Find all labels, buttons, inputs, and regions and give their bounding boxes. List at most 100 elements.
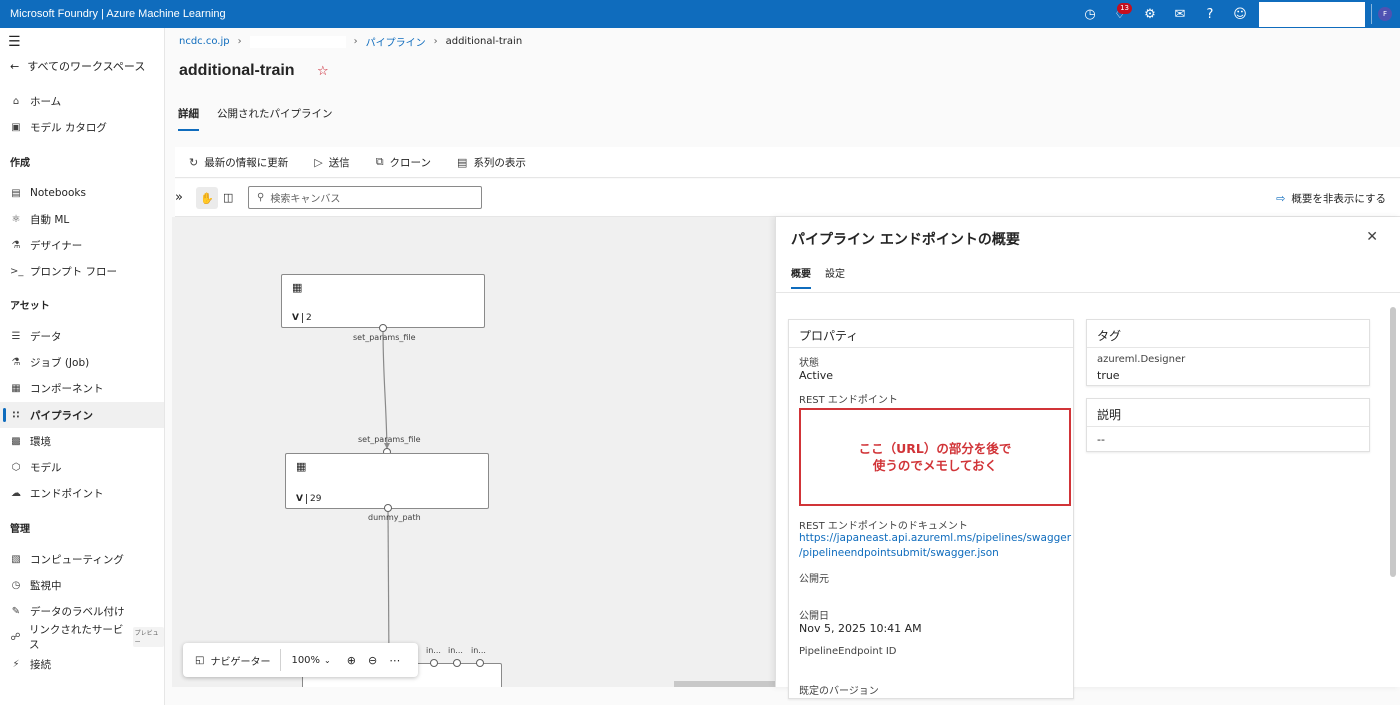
version-value: 29 xyxy=(309,494,322,504)
sidebar-item-model-catalog[interactable]: ▣ モデル カタログ xyxy=(10,118,107,136)
hide-summary-button[interactable]: ⇨ 概要を非表示にする xyxy=(1276,191,1386,206)
tab-overview[interactable]: 概要 xyxy=(791,265,811,289)
zoom-in-icon[interactable]: ⊕ xyxy=(341,654,362,667)
node-version: V2 xyxy=(292,313,312,323)
sidebar-item-prompt-flow[interactable]: >_ プロンプト フロー xyxy=(10,262,117,280)
submit-button[interactable]: ▷ 送信 xyxy=(314,155,349,170)
sidebar-item-data[interactable]: ☰ データ xyxy=(10,327,62,345)
hamburger-menu-icon[interactable]: ☰ xyxy=(8,34,21,50)
pipeline-node-2[interactable]: ▦ V 29 xyxy=(285,453,489,509)
close-icon[interactable]: ✕ xyxy=(1366,229,1378,245)
settings-gear-icon[interactable]: ⚙ xyxy=(1135,0,1165,28)
compute-icon: ▧ xyxy=(11,553,21,565)
select-screen-icon[interactable]: ◫ xyxy=(223,191,233,204)
clone-label: クローン xyxy=(389,156,432,169)
clone-button[interactable]: ⧉ クローン xyxy=(376,155,431,170)
breadcrumb-pipelines[interactable]: パイプライン xyxy=(366,34,426,49)
sidebar-item-models[interactable]: ⬡ モデル xyxy=(10,458,62,476)
pipeline-node-1[interactable]: ▦ V2 xyxy=(281,274,485,328)
megaphone-icon[interactable]: ✉ xyxy=(1165,0,1195,28)
preview-badge: プレビュー xyxy=(132,627,164,647)
sidebar-item-designer[interactable]: ⚗ デザイナー xyxy=(10,236,83,254)
sidebar-item-label: リンクされたサービス xyxy=(28,624,124,651)
search-canvas-input[interactable]: ⚲ 検索キャンバス xyxy=(248,186,482,209)
endpoint-id-label: PipelineEndpoint ID xyxy=(799,646,897,657)
annotation-text: ここ（URL）の部分を後で 使うのでメモしておく xyxy=(858,441,1012,473)
app-title[interactable]: Microsoft Foundry | Azure Machine Learni… xyxy=(0,8,226,20)
rest-endpoint-label: REST エンドポイント xyxy=(799,395,898,406)
output-port[interactable] xyxy=(379,324,387,332)
favorite-star-icon[interactable]: ☆ xyxy=(317,64,329,79)
sidebar-item-environments[interactable]: ▩ 環境 xyxy=(10,432,51,450)
version-value: 2 xyxy=(305,313,312,323)
panel-tabs: 概要 設定 xyxy=(791,265,845,289)
input-port[interactable] xyxy=(453,659,461,667)
sidebar-item-label: プロンプト フロー xyxy=(30,265,118,278)
avatar[interactable]: F xyxy=(1378,7,1392,21)
input-port[interactable] xyxy=(430,659,438,667)
vertical-scrollbar[interactable] xyxy=(1390,307,1396,577)
sidebar-item-jobs[interactable]: ⚗ ジョブ (Job) xyxy=(10,353,90,371)
sidebar-item-components[interactable]: ▦ コンポーネント xyxy=(10,379,104,397)
rest-doc-url-line2: /pipelineendpointsubmit/swagger.json xyxy=(799,547,999,559)
section-author: 作成 xyxy=(10,158,30,169)
automl-icon: ⚛ xyxy=(11,213,21,225)
horizontal-scrollbar[interactable] xyxy=(674,681,775,687)
port-label: in... xyxy=(471,646,486,655)
top-bar-icons: ◷ ♢ 13 ⚙ ✉ ? ☺ F xyxy=(1075,0,1400,28)
account-area[interactable] xyxy=(1259,1,1365,27)
sidebar-item-label: 接続 xyxy=(30,658,51,671)
sidebar-item-label: コンポーネント xyxy=(30,382,104,395)
sidebar-item-home[interactable]: ⌂ ホーム xyxy=(10,92,61,110)
designer-icon: ⚗ xyxy=(11,239,21,251)
sidebar-item-label: データのラベル付け xyxy=(30,605,125,618)
show-lineage-button[interactable]: ▤ 系列の表示 xyxy=(457,155,526,170)
version-label: V xyxy=(296,494,303,504)
rest-doc-link[interactable]: https://japaneast.api.azureml.ms/pipelin… xyxy=(799,531,1071,561)
rest-doc-url-line1: https://japaneast.api.azureml.ms/pipelin… xyxy=(799,532,1072,544)
sidebar-item-automl[interactable]: ⚛ 自動 ML xyxy=(10,210,70,228)
zoom-out-icon[interactable]: ⊖ xyxy=(362,654,383,667)
chevron-right-icon: › xyxy=(237,36,242,47)
breadcrumb: ncdc.co.jp › › パイプライン › additional-train xyxy=(179,34,522,49)
sidebar-item-linked-services[interactable]: ☍ リンクされたサービス プレビュー xyxy=(10,624,164,651)
port-label: in... xyxy=(448,646,463,655)
divider xyxy=(305,494,307,504)
port-label: in... xyxy=(426,646,441,655)
tab-details[interactable]: 詳細 xyxy=(178,106,199,131)
sidebar-item-label: パイプライン xyxy=(30,409,93,422)
notebook-icon: ▤ xyxy=(11,187,21,199)
navigator-button[interactable]: ◱ ナビゲーター xyxy=(183,653,280,668)
port-label: dummy_path xyxy=(368,513,421,522)
sidebar-item-monitoring[interactable]: ◷ 監視中 xyxy=(10,576,62,594)
history-icon[interactable]: ◷ xyxy=(1075,0,1105,28)
pan-hand-icon[interactable]: ✋ xyxy=(196,187,218,209)
status-label: 状態 xyxy=(799,358,819,369)
breadcrumb-org[interactable]: ncdc.co.jp xyxy=(179,36,230,47)
sidebar-item-endpoints[interactable]: ☁ エンドポイント xyxy=(10,484,104,502)
sidebar-item-compute[interactable]: ▧ コンピューティング xyxy=(10,550,124,568)
breadcrumb-workspace[interactable] xyxy=(249,35,346,48)
sidebar-item-notebooks[interactable]: ▤ Notebooks xyxy=(10,184,86,202)
show-lineage-label: 系列の表示 xyxy=(473,156,526,169)
main-content: ncdc.co.jp › › パイプライン › additional-train… xyxy=(165,28,1400,705)
refresh-button[interactable]: ↻ 最新の情報に更新 xyxy=(189,155,288,170)
sidebar-item-pipelines[interactable]: ∷ パイプライン xyxy=(10,406,93,424)
output-port[interactable] xyxy=(384,504,392,512)
notification-badge: 13 xyxy=(1117,3,1132,14)
help-icon[interactable]: ? xyxy=(1195,0,1225,28)
zoom-select[interactable]: 100% ⌄ xyxy=(281,655,340,666)
component-icon: ▦ xyxy=(11,382,21,394)
home-icon: ⌂ xyxy=(12,95,20,107)
input-port[interactable] xyxy=(476,659,484,667)
tab-settings[interactable]: 設定 xyxy=(825,265,845,289)
sidebar-item-connections[interactable]: ⚡ 接続 xyxy=(10,655,51,673)
pipeline-canvas[interactable]: ▦ V2 set_params_file set_params_file ▦ V… xyxy=(172,217,775,687)
tab-published-pipelines[interactable]: 公開されたパイプライン xyxy=(217,106,333,131)
sidebar-item-data-labeling[interactable]: ✎ データのラベル付け xyxy=(10,602,125,620)
expand-chevrons-icon[interactable]: » xyxy=(175,190,183,205)
more-options-icon[interactable]: ⋯ xyxy=(383,654,406,667)
feedback-smiley-icon[interactable]: ☺ xyxy=(1225,0,1255,28)
back-to-workspaces[interactable]: ← すべてのワークスペース xyxy=(10,58,145,74)
notifications-bell-icon[interactable]: ♢ 13 xyxy=(1105,0,1135,28)
